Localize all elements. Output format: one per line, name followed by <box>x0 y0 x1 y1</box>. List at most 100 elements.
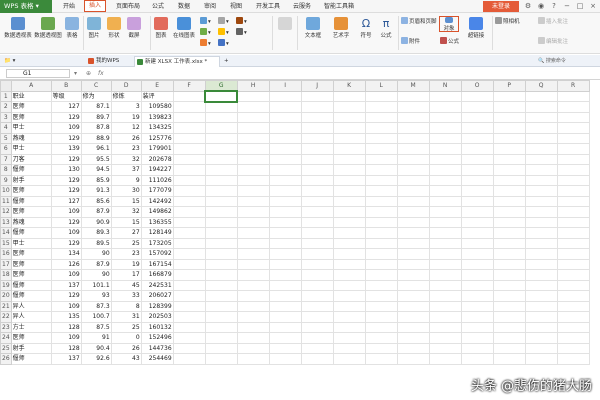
cell-H17[interactable] <box>236 258 270 270</box>
skin-icon[interactable]: ◉ <box>537 2 545 10</box>
cell-H13[interactable] <box>236 216 270 228</box>
cell-O21[interactable] <box>460 300 494 312</box>
cell-I10[interactable] <box>268 185 302 197</box>
cell-L11[interactable] <box>364 195 398 207</box>
cell-Q25[interactable] <box>524 342 558 354</box>
cell-Q6[interactable] <box>524 143 558 155</box>
row-header[interactable]: 5 <box>0 132 12 144</box>
cell-D1[interactable]: 修炼 <box>110 90 142 102</box>
cell-K16[interactable] <box>332 248 366 260</box>
cell-I21[interactable] <box>268 300 302 312</box>
row-header[interactable]: 22 <box>0 311 12 323</box>
cell-J14[interactable] <box>300 227 334 239</box>
cell-C5[interactable]: 88.9 <box>80 132 112 144</box>
cell-I4[interactable] <box>268 122 302 134</box>
cell-P20[interactable] <box>492 290 526 302</box>
cell-H20[interactable] <box>236 290 270 302</box>
cell-M20[interactable] <box>396 290 430 302</box>
cell-N20[interactable] <box>428 290 462 302</box>
cell-E2[interactable]: 109580 <box>140 101 174 113</box>
cell-M19[interactable] <box>396 279 430 291</box>
tab-page-layout[interactable]: 页面布局 <box>112 0 144 13</box>
cell-E9[interactable]: 111026 <box>140 174 174 186</box>
cell-E10[interactable]: 177079 <box>140 185 174 197</box>
cell-R3[interactable] <box>556 111 590 123</box>
cell-E6[interactable]: 179901 <box>140 143 174 155</box>
cell-L13[interactable] <box>364 216 398 228</box>
cell-G4[interactable] <box>204 122 238 134</box>
cell-A6[interactable]: 甲士 <box>10 143 52 155</box>
cell-C14[interactable]: 89.3 <box>80 227 112 239</box>
column-header[interactable]: O <box>460 80 494 92</box>
tab-insert[interactable]: 插入 <box>84 0 106 12</box>
cell-Q19[interactable] <box>524 279 558 291</box>
cell-G18[interactable] <box>204 269 238 281</box>
cell-N19[interactable] <box>428 279 462 291</box>
cell-J23[interactable] <box>300 321 334 333</box>
cell-A12[interactable]: 医师 <box>10 206 52 218</box>
cell-E5[interactable]: 125776 <box>140 132 174 144</box>
row-header[interactable]: 26 <box>0 353 12 365</box>
cell-P25[interactable] <box>492 342 526 354</box>
cell-P10[interactable] <box>492 185 526 197</box>
column-header[interactable]: H <box>236 80 270 92</box>
cell-K18[interactable] <box>332 269 366 281</box>
cell-A1[interactable]: 职业 <box>10 90 52 102</box>
cell-C16[interactable]: 90 <box>80 248 112 260</box>
cell-K17[interactable] <box>332 258 366 270</box>
cell-N12[interactable] <box>428 206 462 218</box>
cell-H9[interactable] <box>236 174 270 186</box>
doc-tab-workbook[interactable]: 新建 XLSX 工作表.xlsx * <box>134 56 220 67</box>
cell-Q11[interactable] <box>524 195 558 207</box>
cell-D19[interactable]: 45 <box>110 279 142 291</box>
row-header[interactable]: 21 <box>0 300 12 312</box>
cell-N17[interactable] <box>428 258 462 270</box>
cell-K10[interactable] <box>332 185 366 197</box>
cell-J10[interactable] <box>300 185 334 197</box>
cell-M23[interactable] <box>396 321 430 333</box>
cell-B18[interactable]: 109 <box>50 269 82 281</box>
cell-O10[interactable] <box>460 185 494 197</box>
cell-G1[interactable] <box>204 90 239 103</box>
cell-K25[interactable] <box>332 342 366 354</box>
cell-O17[interactable] <box>460 258 494 270</box>
cell-E4[interactable]: 134325 <box>140 122 174 134</box>
cell-H11[interactable] <box>236 195 270 207</box>
cell-R4[interactable] <box>556 122 590 134</box>
row-header[interactable]: 2 <box>0 101 12 113</box>
cell-L6[interactable] <box>364 143 398 155</box>
cell-Q16[interactable] <box>524 248 558 260</box>
cell-C24[interactable]: 91 <box>80 332 112 344</box>
cell-F19[interactable] <box>172 279 206 291</box>
cell-D26[interactable]: 43 <box>110 353 142 365</box>
help-icon[interactable]: ? <box>550 2 558 10</box>
cell-C4[interactable]: 87.8 <box>80 122 112 134</box>
cell-O2[interactable] <box>460 101 494 113</box>
cell-C22[interactable]: 100.7 <box>80 311 112 323</box>
cell-B3[interactable]: 129 <box>50 111 82 123</box>
cell-L26[interactable] <box>364 353 398 365</box>
cell-J9[interactable] <box>300 174 334 186</box>
column-header[interactable]: N <box>428 80 462 92</box>
cell-P14[interactable] <box>492 227 526 239</box>
cell-I9[interactable] <box>268 174 302 186</box>
cell-C3[interactable]: 89.7 <box>80 111 112 123</box>
cell-F10[interactable] <box>172 185 206 197</box>
cell-I16[interactable] <box>268 248 302 260</box>
row-header[interactable]: 20 <box>0 290 12 302</box>
cell-M6[interactable] <box>396 143 430 155</box>
cell-B14[interactable]: 109 <box>50 227 82 239</box>
cell-K4[interactable] <box>332 122 366 134</box>
cell-K9[interactable] <box>332 174 366 186</box>
cell-L9[interactable] <box>364 174 398 186</box>
cell-G20[interactable] <box>204 290 238 302</box>
cell-Q26[interactable] <box>524 353 558 365</box>
cell-R22[interactable] <box>556 311 590 323</box>
cell-Q9[interactable] <box>524 174 558 186</box>
cell-N15[interactable] <box>428 237 462 249</box>
close-icon[interactable]: × <box>589 2 597 10</box>
object-button[interactable]: 对象 <box>439 16 459 32</box>
cell-H6[interactable] <box>236 143 270 155</box>
cell-P26[interactable] <box>492 353 526 365</box>
cell-Q17[interactable] <box>524 258 558 270</box>
